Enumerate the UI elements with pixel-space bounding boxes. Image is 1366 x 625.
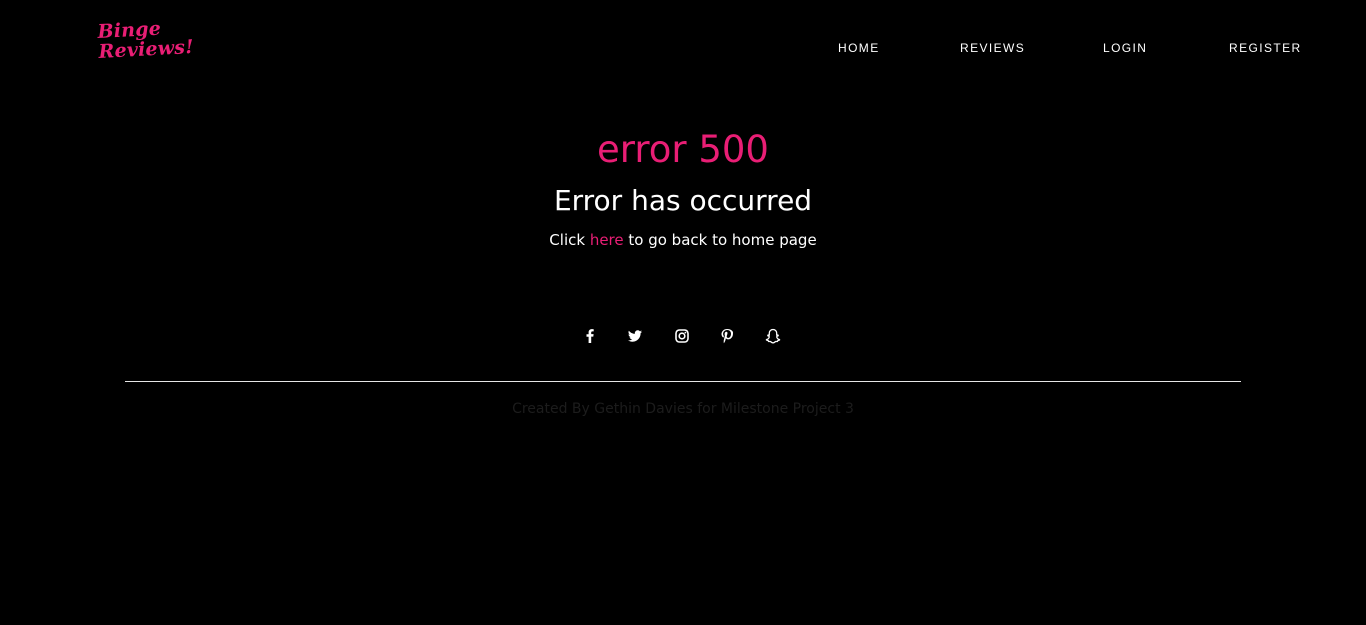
home-page-link[interactable]: here <box>590 231 624 249</box>
facebook-icon[interactable] <box>580 326 600 346</box>
error-message-prefix: Click <box>549 231 590 249</box>
snapchat-icon[interactable] <box>763 326 783 346</box>
instagram-icon[interactable] <box>672 326 692 346</box>
nav-links: HOME REVIEWS LOGIN REGISTER <box>0 40 1366 56</box>
twitter-icon[interactable] <box>625 326 645 346</box>
nav-register-link[interactable]: REGISTER <box>1229 40 1302 56</box>
nav-login-link[interactable]: LOGIN <box>1103 40 1147 56</box>
footer-divider <box>125 381 1241 382</box>
pinterest-icon[interactable] <box>717 326 737 346</box>
footer-credit: Created By Gethin Davies for Milestone P… <box>512 401 854 417</box>
navbar: Binge Reviews! HOME REVIEWS LOGIN REGIST… <box>0 0 1366 96</box>
nav-reviews-link[interactable]: REVIEWS <box>960 40 1025 56</box>
error-message-suffix: to go back to home page <box>623 231 817 249</box>
social-links <box>0 326 1366 346</box>
error-title: Error has occurred <box>553 184 813 217</box>
nav-home-link[interactable]: HOME <box>838 40 880 56</box>
error-code: error 500 <box>597 128 769 171</box>
error-message: Click here to go back to home page <box>0 229 1366 251</box>
